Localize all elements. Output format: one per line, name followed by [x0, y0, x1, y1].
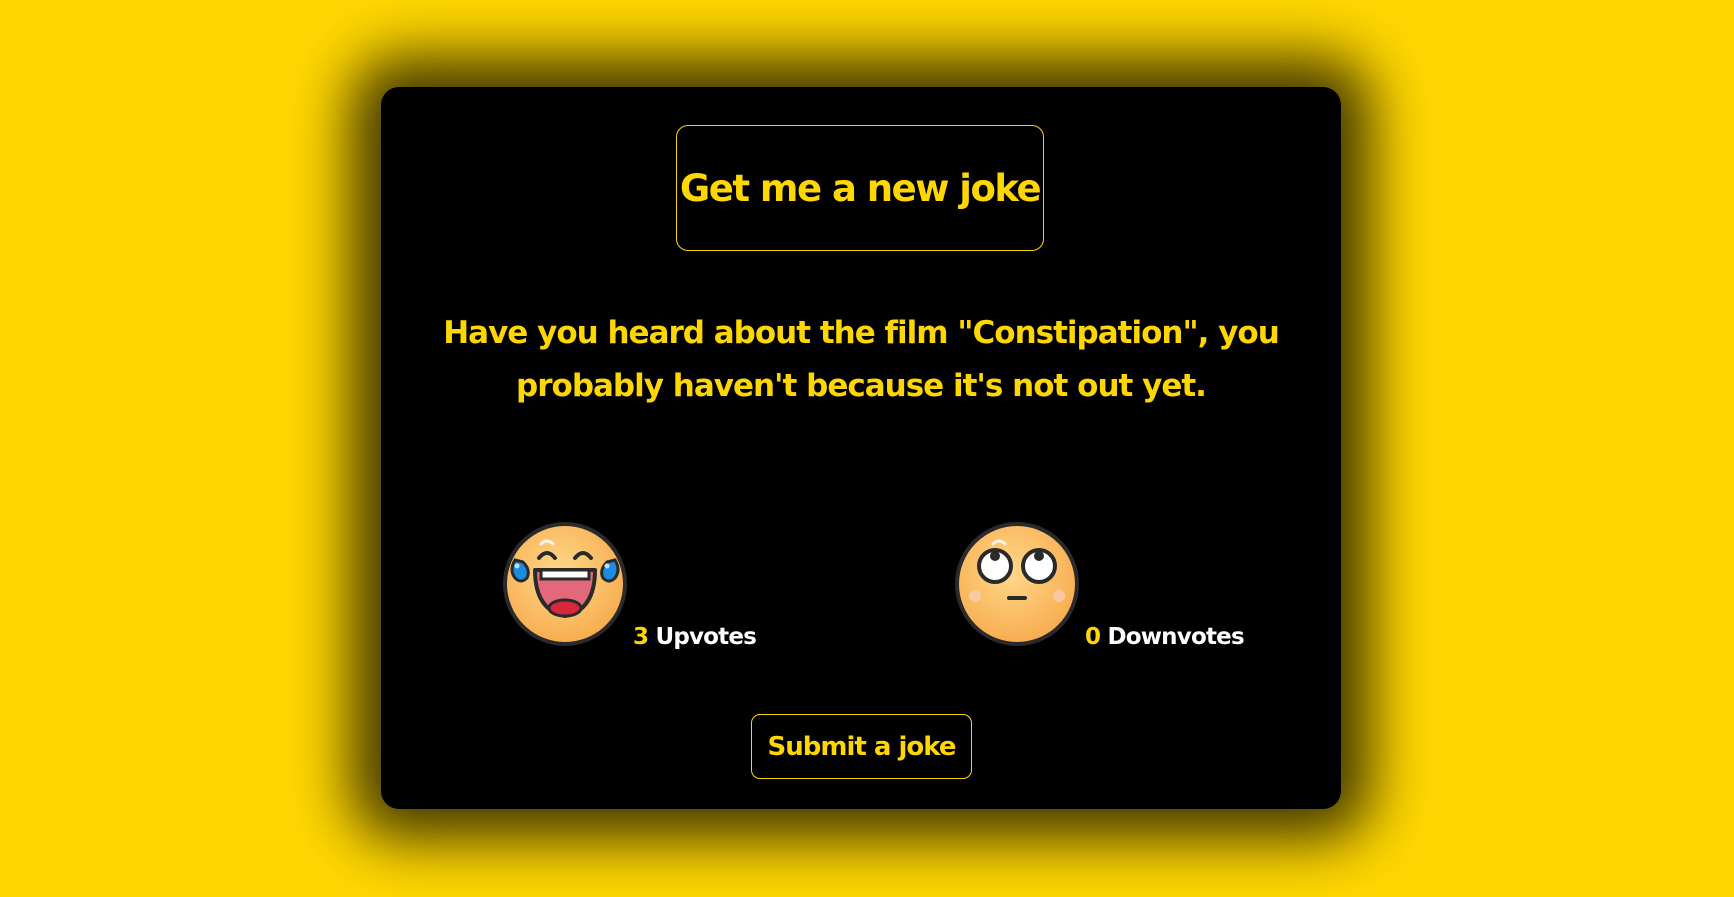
laughing-crying-emoji-icon [503, 522, 627, 646]
upvote-count: 3 [633, 624, 649, 650]
downvote-label: Downvotes [1107, 624, 1244, 650]
downvote-button[interactable]: 0 Downvotes [953, 520, 1245, 650]
joke-text: Have you heard about the film "Constipat… [443, 315, 1280, 404]
downvote-count-label: 0 Downvotes [1085, 624, 1245, 650]
upvote-count-label: 3 Upvotes [633, 624, 757, 650]
upvote-label: Upvotes [655, 624, 757, 650]
eye-roll-emoji-icon [955, 522, 1079, 646]
joke-card: Get me a new joke Have you heard about t… [381, 87, 1341, 809]
downvote-count: 0 [1085, 624, 1101, 650]
upvote-button[interactable]: 3 Upvotes [501, 520, 757, 650]
new-joke-button[interactable]: Get me a new joke [676, 125, 1044, 251]
submit-joke-button[interactable]: Submit a joke [751, 714, 972, 779]
